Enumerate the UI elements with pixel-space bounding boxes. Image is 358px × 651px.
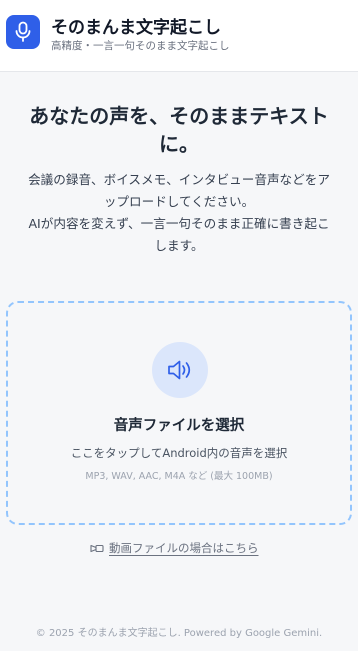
- app-header: そのまんま文字起こし 高精度・一言一句そのまま文字起こし: [0, 0, 358, 72]
- upload-formats: MP3, WAV, AAC, M4A など (最大 100MB): [85, 471, 273, 482]
- description-line-2: ップロードしてください。: [103, 194, 255, 209]
- page-description: 会議の録音、ボイスメモ、インタビュー音声などをア ップロードしてください。 AI…: [6, 169, 352, 257]
- headline-line-1: あなたの声を、そのままテキスト: [29, 104, 329, 128]
- upload-subtitle: ここをタップしてAndroid内の音声を選択: [70, 446, 288, 460]
- app-logo: [6, 15, 40, 49]
- upload-title: 音声ファイルを選択: [113, 418, 245, 434]
- description-line-3: AIが内容を変えず、一言一句そのまま正確に書き起こ: [28, 216, 330, 231]
- footer-text: © 2025 そのまんま文字起こし. Powered by Google Gem…: [35, 628, 323, 639]
- headline-line-2: に。: [159, 132, 199, 156]
- video-link-label[interactable]: 動画ファイルの場合はこちら: [109, 540, 259, 556]
- description-line-1: 会議の録音、ボイスメモ、インタビュー音声などをア: [28, 172, 330, 187]
- video-file-link[interactable]: 動画ファイルの場合はこちら: [90, 539, 259, 557]
- app-subtitle: 高精度・一言一句そのまま文字起こし: [51, 40, 230, 52]
- speaker-icon: [168, 360, 191, 380]
- description-line-4: します。: [154, 238, 204, 253]
- app-title: そのまんま文字起こし: [51, 18, 221, 38]
- microphone-icon: [15, 21, 31, 42]
- audio-upload-dropzone[interactable]: 音声ファイルを選択 ここをタップしてAndroid内の音声を選択 MP3, WA…: [6, 301, 352, 525]
- page-headline: あなたの声を、そのままテキスト に。: [14, 102, 344, 158]
- speaker-icon-circle: [152, 342, 208, 398]
- video-camera-icon: [90, 544, 104, 552]
